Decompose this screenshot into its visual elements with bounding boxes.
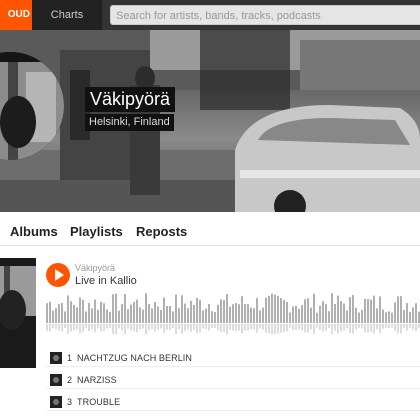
profile-tabs: Albums Playlists Reposts [0, 212, 420, 246]
album-artwork-image [0, 258, 36, 368]
waveform[interactable] [46, 293, 420, 337]
tab-reposts[interactable]: Reposts [136, 224, 187, 239]
track-thumbnail [50, 352, 62, 364]
track-thumbnail [50, 396, 62, 408]
search-box[interactable] [110, 5, 420, 25]
soundcloud-logo[interactable]: OUD [0, 0, 32, 30]
track-name[interactable]: NACHTZUG NACH BERLIN [77, 353, 192, 363]
tracklist-item[interactable]: 1 NACHTZUG NACH BERLIN [46, 349, 420, 367]
track-thumbnail [50, 374, 62, 386]
profile-hero-banner: Väkipyörä Helsinki, Finland [0, 30, 420, 212]
tab-albums[interactable]: Albums [10, 224, 58, 239]
hero-background-image [0, 30, 420, 212]
track-number: 1 [67, 353, 73, 363]
track-name[interactable]: NARZISS [77, 375, 117, 385]
play-button[interactable] [46, 263, 70, 287]
tracklist-item[interactable]: 2 NARZISS [46, 371, 420, 389]
track-number: 2 [67, 375, 73, 385]
top-bar: OUD Charts [0, 0, 420, 30]
artist-location: Helsinki, Finland [85, 114, 174, 131]
track-number: 3 [67, 397, 73, 407]
track-name[interactable]: TROUBLE [77, 397, 120, 407]
search-input[interactable] [111, 7, 420, 25]
nav-charts[interactable]: Charts [32, 0, 102, 30]
track-title[interactable]: Live in Kallio [75, 275, 137, 287]
album-artwork[interactable] [0, 258, 36, 368]
track-artist[interactable]: Väkipyörä [75, 263, 115, 273]
tab-playlists[interactable]: Playlists [70, 224, 123, 239]
tracklist-item[interactable]: 3 TROUBLE [46, 393, 420, 411]
artist-name: Väkipyörä [85, 87, 176, 112]
